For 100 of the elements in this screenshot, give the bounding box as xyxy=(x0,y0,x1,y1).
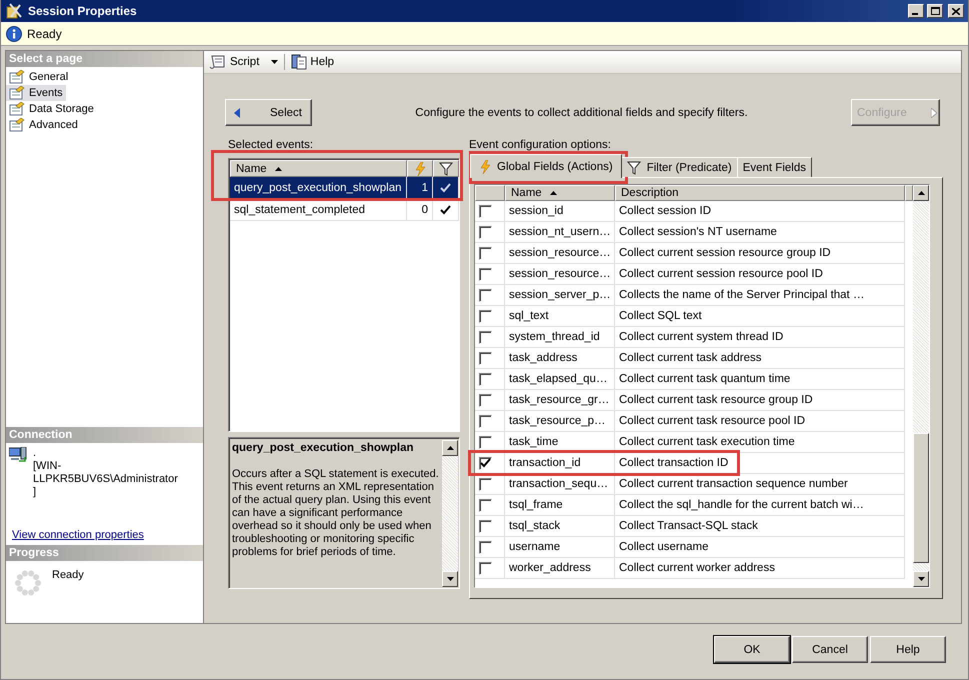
left-arrow-icon xyxy=(234,108,240,118)
scroll-up-button[interactable] xyxy=(913,185,929,201)
window-title: Session Properties xyxy=(28,4,138,18)
computer-icon xyxy=(9,447,27,463)
field-description: Collect session ID xyxy=(615,201,905,222)
event-row[interactable]: sql_statement_completed 0 xyxy=(230,199,459,221)
check-icon xyxy=(480,458,491,468)
progress-status: Ready xyxy=(52,569,84,583)
status-text: Ready xyxy=(27,27,62,41)
field-name: transaction_id xyxy=(505,453,615,474)
scroll-down-button[interactable] xyxy=(442,571,458,587)
minimize-button[interactable] xyxy=(908,4,924,18)
scroll-up-button[interactable] xyxy=(442,440,458,456)
field-description: Collect current session resource pool ID xyxy=(615,264,905,285)
caret-icon xyxy=(271,60,278,64)
close-button[interactable] xyxy=(948,4,964,18)
scrollbar[interactable] xyxy=(442,440,458,587)
dialog-button[interactable]: Help xyxy=(870,636,946,663)
field-description: Collect current transaction sequence number xyxy=(615,474,905,495)
field-name: session_id xyxy=(505,201,615,222)
field-name: tsql_frame xyxy=(505,495,615,516)
field-description: Collect current task resource group ID xyxy=(615,390,905,411)
lightning-icon xyxy=(414,162,426,176)
page-item[interactable]: Data Storage xyxy=(6,101,97,117)
dialog-button[interactable]: OK xyxy=(714,636,790,663)
event-row[interactable]: query_post_execution_showplan 1 xyxy=(230,177,459,199)
sort-arrow-icon xyxy=(550,191,557,195)
filter-icon xyxy=(626,160,641,174)
field-name: task_address xyxy=(505,348,615,369)
field-description: Collect current session resource group ID xyxy=(615,243,905,264)
field-name: username xyxy=(505,537,615,558)
scroll-thumb[interactable] xyxy=(913,433,929,563)
connection-text: . [WIN-LLPKR5BUV6S\Administrator ] xyxy=(33,447,179,500)
close-icon xyxy=(952,8,960,14)
section-header: Connection xyxy=(6,427,203,443)
page-icon xyxy=(9,70,25,84)
lightning-icon xyxy=(479,160,491,174)
checkbox[interactable] xyxy=(479,436,492,448)
tab[interactable]: Event Fields xyxy=(736,157,812,177)
field-description: Collect current task execution time xyxy=(615,432,905,453)
field-name: session_resource… xyxy=(505,243,615,264)
page-item[interactable]: Advanced xyxy=(6,117,81,133)
description-title: query_post_execution_showplan xyxy=(232,442,414,455)
field-name: session_server_p… xyxy=(505,285,615,306)
field-name: task_resource_gr… xyxy=(505,390,615,411)
down-arrow-icon xyxy=(918,577,924,581)
event-name: query_post_execution_showplan xyxy=(230,177,407,199)
field-name: session_nt_usern… xyxy=(505,222,615,243)
dialog-button[interactable]: Cancel xyxy=(792,636,868,663)
maximize-button[interactable] xyxy=(927,4,943,18)
field-name: transaction_sequ… xyxy=(505,474,615,495)
field-description: Collect Transact-SQL stack xyxy=(615,516,905,537)
field-name: task_resource_p… xyxy=(505,411,615,432)
field-name: session_resource… xyxy=(505,264,615,285)
tab[interactable]: Filter (Predicate) xyxy=(620,157,738,177)
field-description: Collect session's NT username xyxy=(615,222,905,243)
field-description: Collect username xyxy=(615,537,905,558)
script-button[interactable]: Script xyxy=(207,54,280,70)
page-icon xyxy=(9,118,25,132)
scroll-icon xyxy=(209,54,227,70)
section-header: Progress xyxy=(6,545,203,561)
section-header: Select a page xyxy=(6,51,203,67)
field-description: Collect the sql_handle for the current batch wi… xyxy=(615,495,905,516)
help-button[interactable]: Help xyxy=(289,54,336,70)
spinner-icon xyxy=(14,569,42,597)
page-icon xyxy=(9,102,25,116)
column-header[interactable]: Name xyxy=(505,185,615,201)
field-description: Collect current task resource pool ID xyxy=(615,411,905,432)
field-name: system_thread_id xyxy=(505,327,615,348)
field-description: Collect current worker address xyxy=(615,558,905,579)
field-description: Collect SQL text xyxy=(615,306,905,327)
app-icon xyxy=(5,2,23,20)
page-item[interactable]: General xyxy=(6,69,72,85)
description-text: Occurs after a SQL statement is executed. This event returns an XML representation of the actual query plan. Using this event can have a significant performance overhead so it should only be used when troubleshooting or monitoring specific problems for brief periods of time. xyxy=(232,468,440,559)
connection-properties-link[interactable]: View connection properties xyxy=(12,529,203,541)
column-header[interactable]: Name xyxy=(230,160,407,177)
scrollbar[interactable] xyxy=(913,185,929,587)
page-item[interactable]: Events xyxy=(6,85,66,101)
field-name: sql_text xyxy=(505,306,615,327)
up-arrow-icon xyxy=(918,191,924,195)
column-header[interactable] xyxy=(433,160,459,177)
field-description: Collect transaction ID xyxy=(615,453,905,474)
scroll-down-button[interactable] xyxy=(913,571,929,587)
field-name: tsql_stack xyxy=(505,516,615,537)
section-label: Selected events: xyxy=(228,139,314,153)
field-description: Collect current task quantum time xyxy=(615,369,905,390)
field-name: task_elapsed_qu… xyxy=(505,369,615,390)
tab[interactable]: Global Fields (Actions) xyxy=(470,154,622,178)
field-description: Collect current system thread ID xyxy=(615,327,905,348)
section-label: Event configuration options: xyxy=(469,139,612,153)
field-name: worker_address xyxy=(505,558,615,579)
maximize-icon xyxy=(930,7,940,15)
action-count: 1 xyxy=(407,177,433,199)
column-header[interactable]: Description xyxy=(615,185,905,201)
field-description: Collect current task address xyxy=(615,348,905,369)
event-name: sql_statement_completed xyxy=(230,199,407,221)
up-arrow-icon xyxy=(446,446,454,450)
field-name: task_time xyxy=(505,432,615,453)
select-button[interactable]: Select xyxy=(225,99,312,126)
info-icon xyxy=(6,26,22,42)
